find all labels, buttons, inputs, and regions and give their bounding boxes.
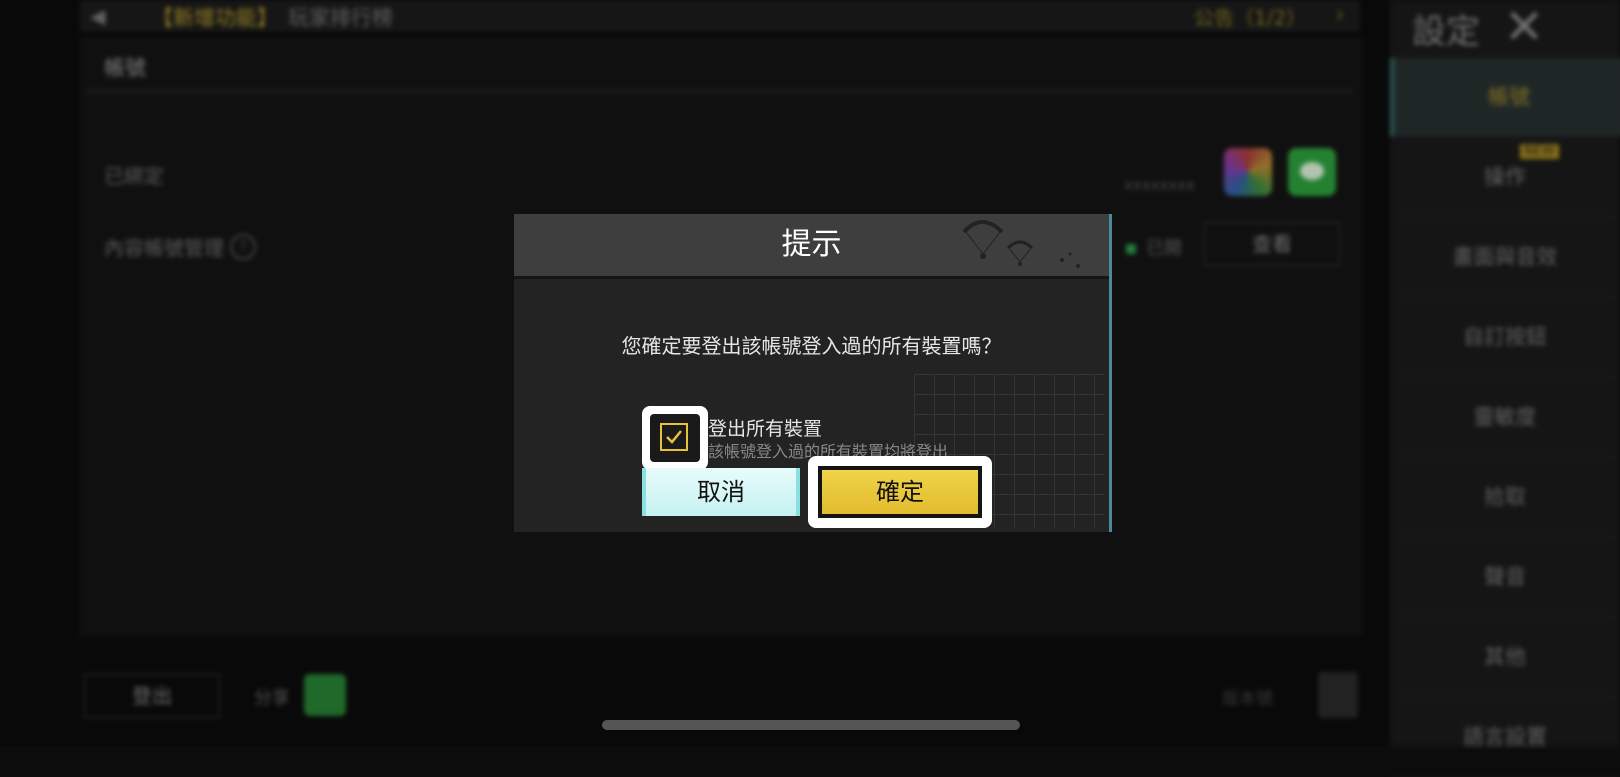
checkmark-icon (666, 430, 682, 444)
confirm-button[interactable]: 確定 (818, 466, 982, 518)
dialog-title: 提示 (781, 227, 842, 262)
confirm-button-label: 確定 (822, 470, 978, 514)
logout-all-checkbox[interactable] (650, 414, 700, 462)
cancel-button[interactable]: 取消 (642, 468, 800, 516)
home-indicator[interactable] (602, 720, 1020, 730)
dialog-header: 提示 (514, 214, 1109, 279)
checkbox-box (660, 423, 688, 451)
checkbox-label: 登出所有裝置 (708, 418, 823, 440)
dialog-message: 您確定要登出該帳號登入過的所有裝置嗎？ (621, 334, 1002, 358)
